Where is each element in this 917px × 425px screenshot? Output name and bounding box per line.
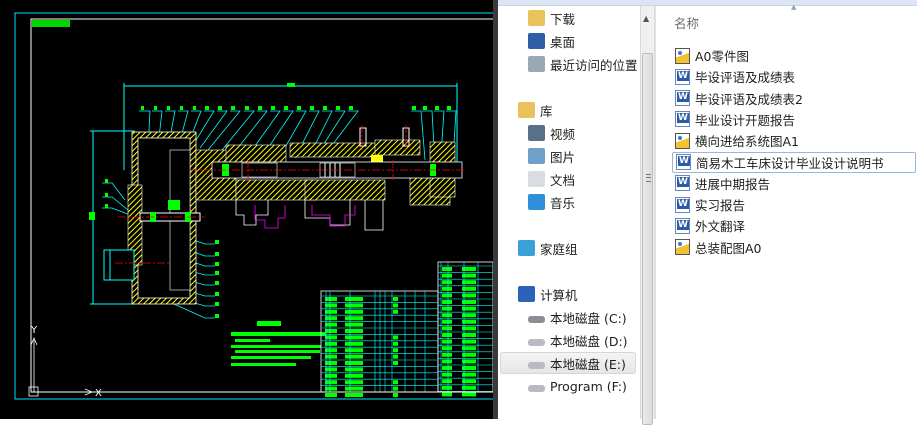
file-item[interactable]: 毕业设计开题报告 <box>672 109 916 130</box>
file-item[interactable]: 进展中期报告 <box>672 173 916 194</box>
file-item[interactable]: 毕设评语及成绩表2 <box>672 88 916 109</box>
system-drive-icon <box>528 316 545 323</box>
dwg-file-icon <box>675 132 690 149</box>
nav-item[interactable]: 家庭组 <box>518 237 578 259</box>
file-name: 简易木工车床设计毕业设计说明书 <box>696 155 884 171</box>
nav-item[interactable]: 本地磁盘 (C:) <box>528 306 627 328</box>
nav-item-label: 本地磁盘 (E:) <box>550 356 626 372</box>
nav-item-label: 库 <box>540 103 553 119</box>
file-name: 毕设评语及成绩表2 <box>695 91 803 107</box>
nav-item[interactable]: 文档 <box>528 168 575 190</box>
word-document-icon <box>675 196 690 213</box>
nav-item[interactable]: 库 <box>518 99 553 121</box>
nav-item[interactable]: 图片 <box>528 145 575 167</box>
dwg-file-icon <box>675 239 690 256</box>
homegroup-icon <box>518 240 535 256</box>
drive-icon <box>528 339 545 346</box>
gearbox-housing <box>103 131 201 305</box>
file-name: 进展中期报告 <box>695 176 771 192</box>
nav-item-label: Program (F:) <box>550 378 627 394</box>
desktop-icon <box>528 33 545 49</box>
scroll-up-icon[interactable]: ▲ <box>643 14 649 23</box>
file-name: 外文翻译 <box>695 219 746 235</box>
file-name: A0零件图 <box>695 49 750 64</box>
recent-places-icon <box>528 56 545 72</box>
nav-item[interactable]: 下载 <box>528 7 575 29</box>
file-item[interactable]: 实习报告 <box>672 194 916 215</box>
file-name: 总装配图A0 <box>695 240 762 256</box>
title-tag <box>32 20 70 27</box>
nav-item-label: 家庭组 <box>540 241 578 257</box>
word-document-icon <box>675 111 690 128</box>
word-document-icon <box>675 90 690 107</box>
navigation-scrollbar[interactable]: ▲ <box>640 6 655 425</box>
navigation-pane: 下载桌面最近访问的位置库视频图片文档音乐家庭组计算机本地磁盘 (C:) 本地磁盘 … <box>498 6 639 419</box>
music-icon <box>528 194 545 210</box>
nav-item[interactable]: Program (F:) <box>528 375 627 397</box>
video-icon <box>528 125 545 141</box>
grip-icon <box>646 174 651 182</box>
drive-icon <box>528 385 545 392</box>
file-item[interactable]: 总装配图A0 <box>672 237 916 258</box>
nav-item[interactable]: 计算机 <box>518 283 578 305</box>
file-name: 毕设评语及成绩表 <box>695 70 796 86</box>
word-document-icon <box>675 217 690 234</box>
word-document-icon <box>676 154 691 170</box>
nav-item[interactable]: 桌面 <box>528 30 575 52</box>
computer-icon <box>518 286 535 302</box>
drive-icon <box>528 362 545 369</box>
sort-ascending-icon: ▲ <box>791 3 797 11</box>
dwg-file-icon <box>675 47 690 64</box>
file-item[interactable]: A0零件图 <box>672 45 916 66</box>
file-name: 实习报告 <box>695 198 746 214</box>
nav-item[interactable]: 本地磁盘 (E:) <box>500 352 636 374</box>
nav-item-label: 文档 <box>550 172 576 188</box>
word-document-icon <box>675 68 690 85</box>
nav-item-label: 视频 <box>550 126 576 142</box>
file-item[interactable]: 外文翻译 <box>672 215 916 236</box>
documents-icon <box>528 171 545 187</box>
parts-table <box>320 261 494 397</box>
file-name: 毕业设计开题报告 <box>695 112 796 128</box>
nav-item[interactable]: 视频 <box>528 122 575 144</box>
pictures-icon <box>528 148 545 164</box>
downloads-folder-icon <box>528 10 545 26</box>
scrollbar-thumb[interactable] <box>642 53 653 425</box>
nav-item-label: 图片 <box>550 149 576 165</box>
inner-frame <box>30 18 502 393</box>
nav-item-label: 最近访问的位置 <box>550 57 638 73</box>
nav-item-label: 音乐 <box>550 195 576 211</box>
ucs-icon <box>28 336 94 397</box>
nav-item-label: 本地磁盘 (D:) <box>550 333 628 349</box>
nav-item-label: 下载 <box>550 11 576 27</box>
library-icon <box>518 102 535 118</box>
ucs-x-label: X <box>95 388 102 399</box>
nav-item-label: 桌面 <box>550 34 576 50</box>
technical-notes <box>231 321 326 366</box>
file-explorer-window: 下载桌面最近访问的位置库视频图片文档音乐家庭组计算机本地磁盘 (C:) 本地磁盘 … <box>498 0 917 425</box>
nav-item[interactable]: 音乐 <box>528 191 575 213</box>
ucs-y-label: Y <box>30 325 38 336</box>
file-name: 横向进给系统图A1 <box>695 134 800 150</box>
file-list: ▲ 名称 A0零件图毕设评语及成绩表毕设评语及成绩表2 毕业设计开题报告横向进给系… <box>655 3 917 419</box>
headstock-body <box>195 127 463 231</box>
file-item[interactable]: 横向进给系统图A1 <box>672 130 916 151</box>
nav-item-label: 计算机 <box>540 287 578 303</box>
nav-item[interactable]: 本地磁盘 (D:) <box>528 329 628 351</box>
cad-drawing-canvas[interactable]: Y X <box>0 0 506 419</box>
nav-item-label: 本地磁盘 (C:) <box>550 310 627 326</box>
column-header-name[interactable]: 名称 <box>674 13 699 32</box>
word-document-icon <box>675 175 690 192</box>
file-item[interactable]: 毕设评语及成绩表 <box>672 66 916 87</box>
file-item[interactable]: 简易木工车床设计毕业设计说明书 <box>672 151 916 173</box>
assembly-drawing: Y X <box>14 12 506 400</box>
nav-item[interactable]: 最近访问的位置 <box>528 53 638 75</box>
